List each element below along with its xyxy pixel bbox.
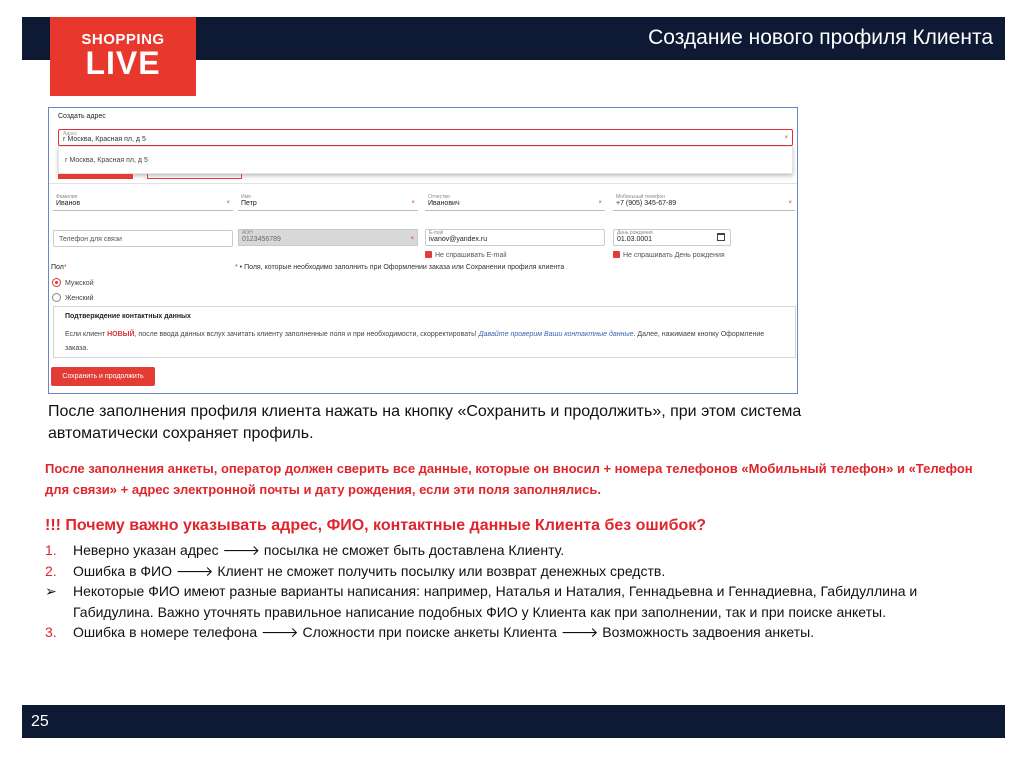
checkbox-checked-icon[interactable] xyxy=(425,251,432,258)
gender-male-radio[interactable]: Мужской xyxy=(52,278,94,287)
list-item: 3. Ошибка в номере телефона 🡒 Сложности п… xyxy=(45,622,995,643)
dont-ask-email-label: Не спрашивать E-mail xyxy=(435,252,507,259)
gender-title: Пол* xyxy=(51,264,67,271)
page-number: 25 xyxy=(31,713,49,730)
dont-ask-email-checkbox[interactable]: Не спрашивать E-mail xyxy=(425,251,507,259)
birthday-value: 01.03.0001 xyxy=(617,236,653,243)
gender-female-radio[interactable]: Женский xyxy=(52,293,94,302)
list-item-text: Некоторые ФИО имеют разные варианты напи… xyxy=(73,583,918,620)
hidden-primary-button[interactable] xyxy=(58,174,133,179)
clear-icon: × xyxy=(410,236,414,242)
divider xyxy=(49,183,797,184)
required-fields-note: * • Поля, которые необходимо заполнить п… xyxy=(235,264,565,271)
patronymic-value: Иванович xyxy=(428,200,460,207)
arrow-bullet-icon: ➢ xyxy=(45,583,57,599)
list-marker: 2. xyxy=(45,562,57,579)
checkbox-checked-icon[interactable] xyxy=(613,251,620,258)
address-suggestions: г Москва, Красная пл, д 5 xyxy=(58,146,793,174)
list-item: ➢ Некоторые ФИО имеют разные варианты нап… xyxy=(45,581,995,622)
list-item-text: Ошибка в ФИО 🡒 Клиент не сможет получить… xyxy=(73,562,666,579)
aon-field: АОН 0123456789 × xyxy=(238,229,418,246)
calendar-icon[interactable] xyxy=(717,233,725,241)
surname-value: Иванов xyxy=(56,200,81,207)
save-and-continue-button[interactable]: Сохранить и продолжить xyxy=(51,367,155,386)
email-field[interactable]: E-mail ivanov@yandex.ru xyxy=(425,229,605,246)
aon-value: 0123456789 xyxy=(242,236,281,243)
clear-icon[interactable]: × xyxy=(226,200,230,206)
contact-phone-field[interactable]: Телефон для связи xyxy=(53,230,233,247)
clear-icon[interactable]: × xyxy=(784,135,788,141)
contact-confirmation-box: Подтверждение контактных данных Если кли… xyxy=(53,306,796,358)
create-address-title: Создать адрес xyxy=(58,113,106,120)
error-consequences-list: 1. Неверно указан адрес 🡒 посылка не смож… xyxy=(45,540,995,643)
list-item-text: Ошибка в номере телефона 🡒 Сложности при… xyxy=(73,624,815,640)
slide: Создание нового профиля Клиента SHOPPING… xyxy=(0,0,1024,767)
list-item: 1. Неверно указан адрес 🡒 посылка не смож… xyxy=(45,540,995,561)
surname-field[interactable]: Фамилия Иванов × xyxy=(53,194,233,211)
gender-male-label: Мужской xyxy=(65,280,94,287)
shopping-live-logo: SHOPPING LIVE xyxy=(50,17,196,96)
address-input[interactable]: Адрес г Москва, Красная пл, д 5 × xyxy=(58,129,793,146)
contact-phone-placeholder: Телефон для связи xyxy=(59,236,122,243)
name-field[interactable]: Имя Петр × xyxy=(238,194,418,211)
instruction-paragraph: После заполнения профиля клиента нажать … xyxy=(48,403,802,442)
footer-bar: 25 xyxy=(22,705,1005,738)
gender-female-label: Женский xyxy=(65,295,94,302)
confirmation-text: Если клиент НОВЫЙ, после ввода данных вс… xyxy=(65,331,765,352)
confirmation-script-link[interactable]: Давайте проверим Ваши контактные данные xyxy=(479,331,634,338)
mobile-phone-field[interactable]: Мобильный телефон +7 (905) 345-67-89 × xyxy=(613,194,795,211)
birthday-field[interactable]: День рождения 01.03.0001 xyxy=(613,229,731,246)
radio-unselected-icon[interactable] xyxy=(52,293,61,302)
dont-ask-birthday-checkbox[interactable]: Не спрашивать День рождения xyxy=(613,251,725,259)
list-item-text: Неверно указан адрес 🡒 посылка не сможет… xyxy=(73,542,565,558)
list-item: 2. Ошибка в ФИО 🡒 Клиент не сможет получи… xyxy=(45,561,995,582)
logo-text-bottom: LIVE xyxy=(85,45,161,81)
slide-title: Создание нового профиля Клиента xyxy=(648,26,993,49)
patronymic-field[interactable]: Отчество Иванович × xyxy=(425,194,605,211)
address-suggestion-item[interactable]: г Москва, Красная пл, д 5 xyxy=(65,157,148,164)
radio-selected-icon[interactable] xyxy=(52,278,61,287)
dont-ask-birthday-label: Не спрашивать День рождения xyxy=(623,252,725,259)
email-value: ivanov@yandex.ru xyxy=(429,236,488,243)
clear-icon[interactable]: × xyxy=(411,200,415,206)
client-profile-form: Создать адрес Адрес г Москва, Красная пл… xyxy=(48,107,798,394)
hidden-secondary-button[interactable] xyxy=(147,174,242,179)
operator-warning: После заполнения анкеты, оператор должен… xyxy=(45,461,973,497)
list-marker: 3. xyxy=(45,624,57,640)
confirmation-title: Подтверждение контактных данных xyxy=(65,313,191,320)
mobile-phone-value: +7 (905) 345-67-89 xyxy=(616,200,677,207)
clear-icon[interactable]: × xyxy=(598,200,602,206)
clear-icon[interactable]: × xyxy=(788,200,792,206)
importance-question: !!! Почему важно указывать адрес, ФИО, к… xyxy=(45,517,706,534)
list-marker: 1. xyxy=(45,542,57,558)
address-value: г Москва, Красная пл, д 5 xyxy=(63,136,146,143)
name-value: Петр xyxy=(241,200,257,207)
